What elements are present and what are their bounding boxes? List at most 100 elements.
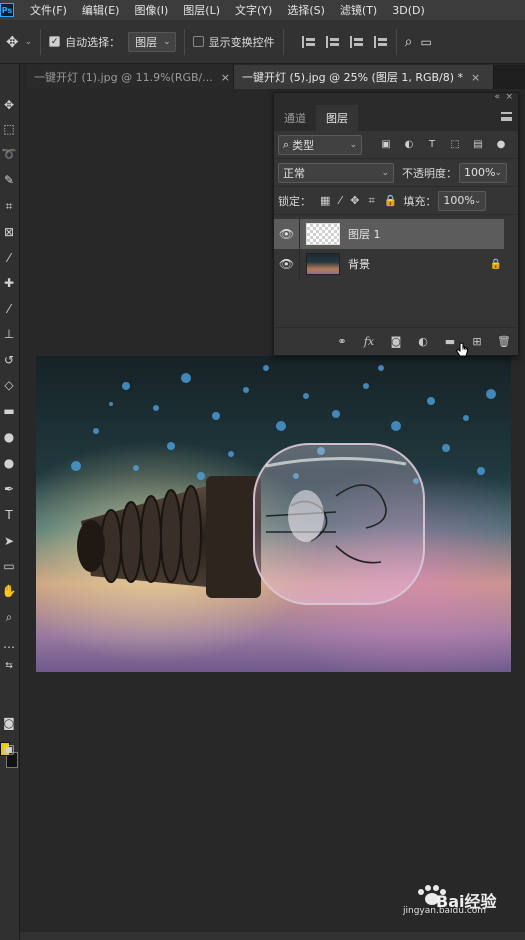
quick-select-tool-icon[interactable]: ✎ — [1, 172, 17, 188]
type-tool-icon[interactable]: T — [1, 507, 17, 523]
menu-select[interactable]: 选择(S) — [287, 2, 325, 18]
panel-header-strip: « × — [274, 92, 518, 105]
hand-tool-icon[interactable]: ✋ — [1, 583, 17, 599]
swap-colors-icon[interactable]: ⇆ — [1, 658, 17, 674]
move-tool-icon[interactable]: ✥ — [1, 97, 17, 113]
chevron-down-icon: ⌄ — [473, 195, 482, 206]
menu-edit[interactable]: 编辑(E) — [82, 2, 120, 18]
collapse-panel-icon[interactable]: « — [494, 92, 500, 102]
lock-icon[interactable]: 🔒 — [490, 259, 502, 270]
document-image[interactable] — [36, 356, 511, 672]
align-right-icon[interactable] — [349, 35, 364, 48]
opacity-value: 100% — [464, 166, 496, 179]
fill-value: 100% — [443, 194, 475, 207]
menu-image[interactable]: 图像(I) — [134, 2, 168, 18]
layer-name[interactable]: 图层 1 — [348, 226, 381, 242]
frame-tool-icon[interactable]: ⊠ — [1, 224, 17, 240]
menu-filter[interactable]: 滤镜(T) — [340, 2, 377, 18]
dodge-tool-icon[interactable]: ● — [1, 455, 17, 471]
adjustment-filter-icon[interactable]: ◐ — [403, 139, 415, 151]
options-bar: ✥ ⌄ ✓ 自动选择： 图层 ⌄ 显示变换控件 ⌕ ▭ — [0, 20, 525, 64]
rectangle-tool-icon[interactable]: ▭ — [1, 558, 17, 574]
eyedropper-tool-icon[interactable]: ⁄ — [1, 250, 17, 266]
tab-channels[interactable]: 通道 — [274, 105, 316, 131]
show-transform-label: 显示变换控件 — [208, 35, 275, 49]
photoshop-logo: Ps — [0, 3, 14, 17]
link-layers-icon[interactable]: ⚭ — [334, 334, 350, 350]
filter-toggle-icon[interactable]: ● — [495, 139, 507, 151]
healing-brush-tool-icon[interactable]: ✚ — [1, 275, 17, 291]
layer-thumbnail — [306, 253, 340, 275]
lock-position-icon[interactable]: ✥ — [350, 194, 359, 207]
tab-layers[interactable]: 图层 — [316, 105, 358, 131]
pixel-filter-icon[interactable]: ▣ — [380, 139, 392, 151]
tab-document-1[interactable]: 一键开灯 (1).jpg @ 11.9%(RGB/... × — [26, 65, 234, 89]
layer-row-layer-1[interactable]: 👁 图层 1 — [274, 219, 504, 249]
divider — [40, 28, 42, 55]
menu-layer[interactable]: 图层(L) — [183, 2, 220, 18]
visibility-eye-icon[interactable]: 👁 — [274, 249, 300, 279]
shape-filter-icon[interactable]: ⬚ — [449, 139, 461, 151]
layer-filter-dropdown[interactable]: ⌕ 类型 ⌄ — [278, 134, 362, 155]
blend-row: 正常 ⌄ 不透明度： 100% ⌄ — [274, 159, 518, 187]
close-icon[interactable]: × — [471, 71, 480, 84]
stamp-tool-icon[interactable]: ⊥ — [1, 326, 17, 342]
chevron-down-icon: ⌄ — [494, 167, 502, 178]
lasso-tool-icon[interactable]: ➰ — [1, 146, 17, 162]
show-transform-checkbox[interactable] — [192, 36, 204, 47]
layers-panel: « × 通道 图层 ⌕ 类型 ⌄ ▣ ◐ T ⬚ ▤ ● 正常 ⌄ 不透明度： … — [273, 92, 519, 356]
screen-mode-icon[interactable]: ▣ — [1, 741, 17, 757]
align-center-icon[interactable] — [325, 35, 340, 48]
layer-name[interactable]: 背景 — [348, 256, 370, 272]
auto-select-target-dropdown[interactable]: 图层 ⌄ — [128, 31, 176, 52]
lock-label: 锁定： — [278, 194, 311, 208]
chevron-down-icon: ⌄ — [349, 139, 357, 150]
quick-mask-icon[interactable]: ◙ — [1, 715, 17, 731]
eraser-tool-icon[interactable]: ◇ — [1, 377, 17, 393]
lock-image-pixels-icon[interactable]: ⁄ — [339, 194, 341, 207]
menu-type[interactable]: 文字(Y) — [235, 2, 272, 18]
auto-select-checkbox[interactable]: ✓ — [49, 36, 61, 47]
blur-tool-icon[interactable]: ● — [1, 429, 17, 445]
brush-tool-icon[interactable]: ⁄ — [1, 301, 17, 317]
divider — [183, 28, 185, 55]
adjustment-layer-icon[interactable]: ◐ — [415, 334, 431, 350]
crop-tool-icon[interactable]: ⌗ — [1, 198, 17, 214]
lock-artboard-icon[interactable]: ⌗ — [368, 194, 374, 208]
menu-file[interactable]: 文件(F) — [30, 2, 67, 18]
opacity-field[interactable]: 100% ⌄ — [459, 162, 507, 183]
blend-mode-dropdown[interactable]: 正常 ⌄ — [278, 162, 394, 183]
add-mask-icon[interactable]: ◙ — [388, 334, 404, 350]
close-panel-icon[interactable]: × — [505, 92, 513, 102]
lock-all-icon[interactable]: 🔒 — [384, 194, 398, 207]
more-tools-icon[interactable]: … — [1, 636, 17, 652]
workspace-icon[interactable]: ▭ — [421, 35, 432, 49]
new-layer-icon[interactable]: ⊞ — [469, 334, 485, 350]
layers-list: 👁 图层 1 👁 背景 🔒 — [274, 215, 518, 317]
visibility-eye-icon[interactable]: 👁 — [274, 219, 300, 249]
layer-style-fx-icon[interactable]: fx — [361, 334, 377, 350]
lock-transparent-pixels-icon[interactable]: ▦ — [320, 194, 330, 207]
delete-layer-trash-icon[interactable]: 🗑 — [496, 334, 512, 350]
search-icon[interactable]: ⌕ — [405, 34, 413, 50]
menu-3d[interactable]: 3D(D) — [392, 4, 425, 17]
history-brush-tool-icon[interactable]: ↺ — [1, 352, 17, 368]
gradient-tool-icon[interactable]: ▬ — [1, 403, 17, 419]
layer-row-background[interactable]: 👁 背景 🔒 — [274, 249, 518, 279]
tool-preset-dropdown-icon[interactable]: ⌄ — [25, 37, 33, 47]
divider — [282, 28, 284, 55]
move-tool-icon[interactable]: ✥ — [6, 33, 19, 51]
layer-filter-row: ⌕ 类型 ⌄ ▣ ◐ T ⬚ ▤ ● — [274, 131, 518, 159]
tab-document-2[interactable]: 一键开灯 (5).jpg @ 25% (图层 1, RGB/8) * × — [234, 65, 494, 89]
fill-field[interactable]: 100% ⌄ — [438, 190, 487, 211]
pen-tool-icon[interactable]: ✒ — [1, 481, 17, 497]
align-left-icon[interactable] — [301, 35, 316, 48]
type-filter-icon[interactable]: T — [426, 139, 438, 151]
zoom-tool-icon[interactable]: ⌕ — [1, 609, 17, 625]
smart-object-filter-icon[interactable]: ▤ — [472, 139, 484, 151]
align-top-icon[interactable] — [373, 35, 388, 48]
close-icon[interactable]: × — [221, 71, 230, 84]
panel-menu-icon[interactable] — [501, 112, 512, 121]
path-selection-tool-icon[interactable]: ➤ — [1, 533, 17, 549]
marquee-tool-icon[interactable]: ⬚ — [1, 121, 17, 137]
